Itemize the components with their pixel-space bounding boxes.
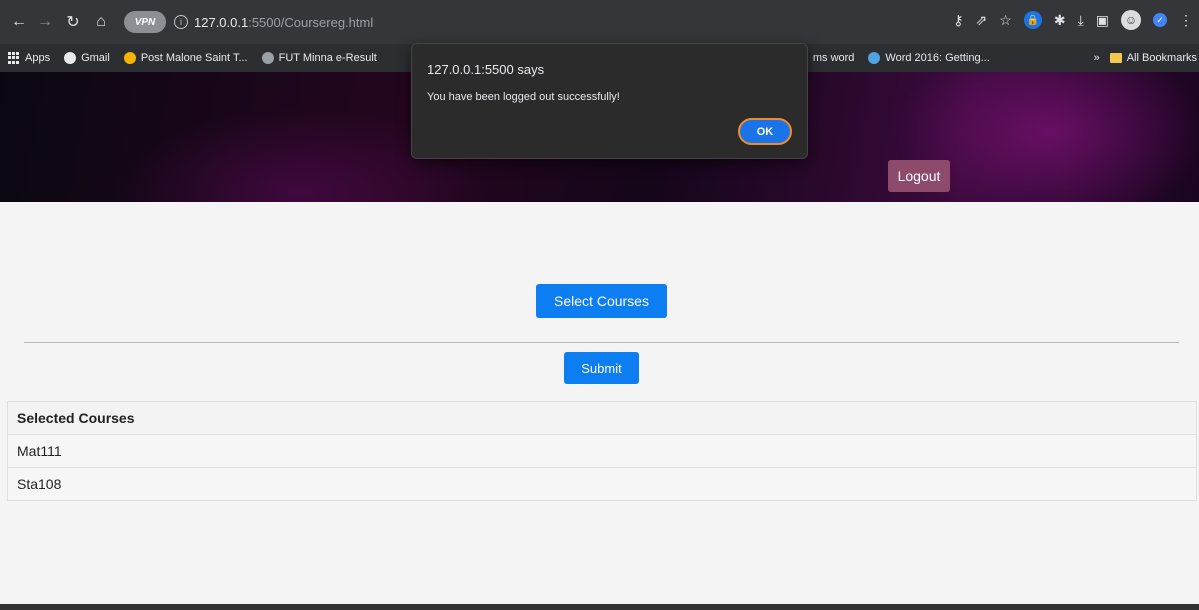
globe-icon [868, 52, 881, 64]
select-courses-button[interactable]: Select Courses [536, 284, 667, 318]
bookmark-apps[interactable]: Apps [8, 52, 50, 64]
bookmark-post-malone[interactable]: Post Malone Saint T... [123, 52, 248, 64]
alert-message: You have been logged out successfully! [427, 91, 620, 103]
divider [24, 342, 1179, 343]
home-icon[interactable]: ⌂ [90, 11, 112, 33]
table-row: Sta108 [7, 467, 1197, 501]
bookmark-ms-word[interactable]: ms word [813, 52, 855, 64]
forward-arrow-icon[interactable]: → [34, 11, 56, 33]
all-bookmarks-folder[interactable]: All Bookmarks [1109, 52, 1197, 64]
bookmark-label: Post Malone Saint T... [140, 52, 248, 64]
reload-icon[interactable]: ↻ [62, 11, 84, 33]
bookmark-label: Word 2016: Getting... [885, 52, 990, 64]
site-info-icon[interactable]: i [174, 15, 188, 29]
bottom-bar [0, 604, 1199, 610]
bookmark-star-icon[interactable]: ☆ [999, 12, 1012, 29]
music-icon [123, 52, 136, 64]
table-header: Selected Courses [7, 401, 1197, 435]
verified-check-icon[interactable]: ✓ [1153, 13, 1167, 27]
bookmarks-overflow-chevron-icon[interactable]: » [1094, 52, 1100, 64]
address-bar[interactable]: i 127.0.0.1:5500/Coursereg.html [174, 8, 373, 36]
alert-ok-button[interactable]: OK [738, 118, 792, 145]
course-cell: Mat111 [7, 434, 1197, 468]
toolbar-actions: ⚷ ⇗ ☆ 🔒 ✱ ⤓ ▣ ☺ ✓ ⋮ [953, 10, 1193, 30]
alert-title: 127.0.0.1:5500 says [427, 62, 545, 77]
submit-button[interactable]: Submit [564, 352, 639, 384]
bookmark-gmail[interactable]: Gmail [64, 52, 110, 64]
folder-icon [1109, 53, 1122, 63]
menu-kebab-icon[interactable]: ⋮ [1179, 12, 1193, 29]
download-icon[interactable]: ⤓ [1078, 12, 1084, 29]
course-cell: Sta108 [7, 467, 1197, 501]
lock-extension-icon[interactable]: 🔒 [1023, 11, 1042, 29]
share-icon[interactable]: ⇗ [976, 12, 988, 29]
bookmark-label: Gmail [81, 52, 110, 64]
password-key-icon[interactable]: ⚷ [953, 12, 963, 29]
table-header-row: Selected Courses [7, 401, 1197, 435]
logout-button[interactable]: Logout [888, 160, 950, 192]
bookmark-label: FUT Minna e-Result [278, 52, 377, 64]
alert-dialog: 127.0.0.1:5500 says You have been logged… [411, 43, 808, 159]
google-icon [64, 52, 77, 64]
bookmark-fut-minna[interactable]: FUT Minna e-Result [261, 52, 377, 64]
profile-avatar-icon[interactable]: ☺ [1121, 10, 1141, 30]
bookmark-label: ms word [812, 52, 855, 64]
all-bookmarks-label: All Bookmarks [1126, 52, 1197, 64]
browser-toolbar: ← → ↻ ⌂ VPN i 127.0.0.1:5500/Coursereg.h… [0, 0, 1199, 44]
table-row: Mat111 [7, 434, 1197, 468]
extensions-puzzle-icon[interactable]: ✱ [1054, 12, 1066, 29]
url-path: :5500/Coursereg.html [248, 14, 374, 30]
bookmarks-right: » All Bookmarks [1094, 44, 1197, 72]
selected-courses-table: Selected Courses Mat111 Sta108 [7, 401, 1197, 501]
side-panel-icon[interactable]: ▣ [1096, 12, 1109, 29]
bookmark-word-2016[interactable]: Word 2016: Getting... [868, 52, 990, 64]
apps-grid-icon [8, 52, 20, 64]
url-host: 127.0.0.1 [194, 14, 249, 30]
back-arrow-icon[interactable]: ← [8, 11, 30, 33]
vpn-extension-badge[interactable]: VPN [124, 11, 166, 33]
bookmark-label: Apps [25, 52, 51, 64]
school-icon [261, 52, 274, 64]
